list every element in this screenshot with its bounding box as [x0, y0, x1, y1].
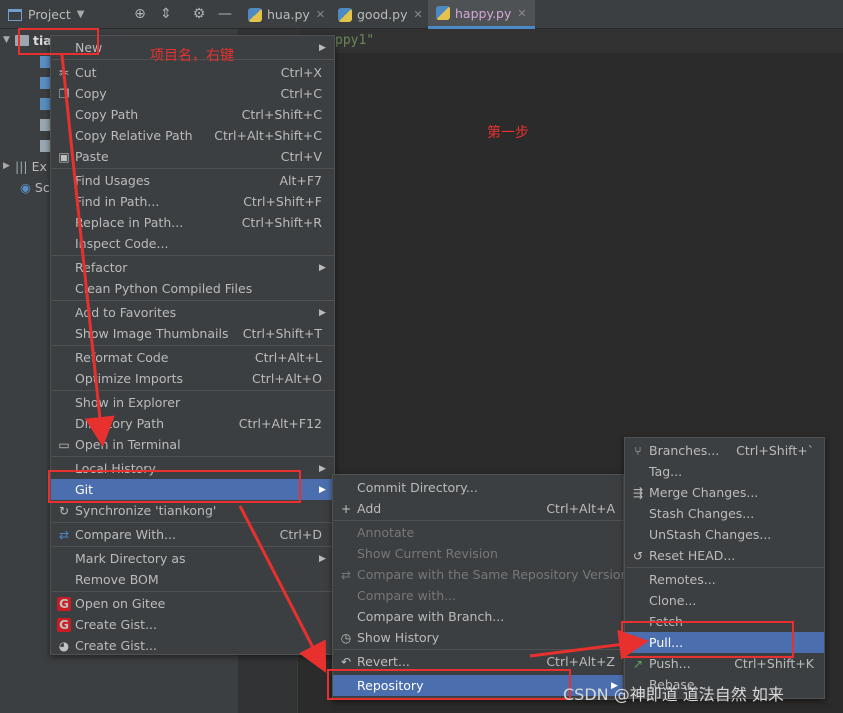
arrow-to-pull — [529, 629, 649, 660]
annotation-arrows — [60, 54, 649, 673]
arrow-to-repository — [238, 505, 327, 673]
arrow-to-git — [60, 54, 115, 447]
watermark: CSDN @神即道 道法自然 如来 — [563, 685, 784, 704]
